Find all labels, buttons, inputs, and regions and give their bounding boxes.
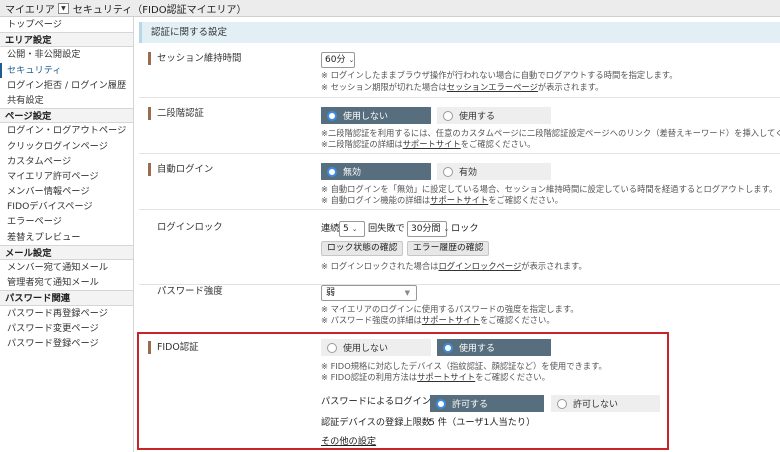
radio-selected-icon bbox=[327, 110, 337, 121]
chevron-down-icon: ⌄ bbox=[443, 225, 450, 233]
autologin-note-2-tail: をご確認ください。 bbox=[488, 195, 563, 205]
strength-select[interactable]: 弱 ▼ bbox=[321, 285, 417, 301]
session-note-2: ※ セッション期限が切れた場合はセッションエラーページが表示されます。 bbox=[321, 81, 603, 93]
sidebar-item[interactable]: セキュリティ bbox=[0, 62, 133, 78]
loginlock-note-text: ※ ログインロックされた場合は bbox=[321, 261, 439, 271]
session-note-2-text: ※ セッション期限が切れた場合は bbox=[321, 82, 447, 92]
autologin-off-radio[interactable]: 無効 bbox=[321, 163, 431, 180]
loginlock-label: ログインロック bbox=[157, 222, 223, 233]
twofactor-off-radio[interactable]: 使用しない bbox=[321, 107, 431, 124]
sidebar-item[interactable]: トップページ bbox=[0, 17, 133, 32]
strength-label: パスワード強度 bbox=[157, 286, 223, 297]
page-title: セキュリティ（FIDO認証マイエリア） bbox=[72, 4, 247, 16]
fido-highlight-frame bbox=[137, 332, 669, 450]
loginlock-note: ※ ログインロックされた場合はログインロックページが表示されます。 bbox=[321, 260, 587, 272]
sidebar-item[interactable]: パスワード再登録ページ bbox=[0, 306, 133, 321]
sidebar-item[interactable]: 公開・非公開設定 bbox=[0, 47, 133, 62]
radio-selected-icon bbox=[327, 166, 337, 177]
area-dropdown-button[interactable]: ▼ bbox=[57, 2, 69, 14]
sidebar-item[interactable]: FIDOデバイスページ bbox=[0, 199, 133, 214]
loginlock-note-tail: が表示されます。 bbox=[521, 261, 587, 271]
sidebar-item[interactable]: パスワード変更ページ bbox=[0, 321, 133, 336]
triangle-down-icon: ▼ bbox=[404, 289, 410, 297]
twofactor-note-2-tail: をご確認ください。 bbox=[460, 139, 536, 149]
strength-row: パスワード強度 弱 ▼ ※ マイエリアのログインに使用するパスワードの強度を指定し… bbox=[139, 285, 780, 332]
twofactor-note-2: ※二段階認証の詳細はサポートサイトをご確認ください。 bbox=[321, 138, 535, 150]
sidebar-item[interactable]: 管理者宛て通知メール bbox=[0, 275, 133, 290]
session-error-page-link[interactable]: セッションエラーページ bbox=[447, 82, 538, 92]
loginlock-page-link[interactable]: ログインロックページ bbox=[438, 261, 521, 271]
twofactor-row: 二段階認証 使用しない 使用する ※二段階認証を利用するには、任意のカスタムペー… bbox=[139, 98, 780, 154]
sidebar-item[interactable]: ログイン・ログアウトページ bbox=[0, 123, 133, 138]
sidebar-item[interactable]: カスタムページ bbox=[0, 154, 133, 169]
strength-note-2: ※ パスワード強度の詳細はサポートサイトをご確認ください。 bbox=[321, 314, 555, 326]
sidebar-section-heading: ページ設定 bbox=[0, 108, 133, 124]
session-label: セッション維持時間 bbox=[148, 52, 241, 65]
sidebar-item[interactable]: エラーページ bbox=[0, 214, 133, 229]
chevron-down-icon: ⌄ bbox=[351, 225, 358, 233]
loginlock-count-select[interactable]: 5 ⌄ bbox=[339, 221, 365, 237]
section-title: 認証に関する設定 bbox=[139, 22, 780, 43]
autologin-row: 自動ログイン 無効 有効 ※ 自動ログインを「無効」に設定している場合、セッショ… bbox=[139, 154, 780, 210]
session-duration-value: 60分 bbox=[325, 55, 346, 65]
autologin-label: 自動ログイン bbox=[148, 163, 213, 176]
twofactor-off-label: 使用しない bbox=[343, 112, 389, 122]
strength-note-2-tail: をご確認ください。 bbox=[479, 315, 555, 325]
sidebar-section-heading: エリア設定 bbox=[0, 32, 133, 48]
sidebar-section-heading: メール設定 bbox=[0, 244, 133, 260]
twofactor-on-label: 使用する bbox=[459, 112, 496, 122]
autologin-support-link[interactable]: サポートサイト bbox=[430, 195, 488, 205]
twofactor-label: 二段階認証 bbox=[148, 107, 204, 120]
breadcrumb-myarea[interactable]: マイエリア bbox=[5, 1, 55, 16]
loginlock-duration-select[interactable]: 30分間 ⌄ bbox=[407, 221, 450, 237]
strength-support-link[interactable]: サポートサイト bbox=[422, 315, 480, 325]
autologin-on-radio[interactable]: 有効 bbox=[437, 163, 551, 180]
session-note-1: ※ ログインしたままブラウザ操作が行われない場合に自動でログアウトする時間を指定… bbox=[321, 70, 678, 80]
sidebar-item[interactable]: メンバー宛て通知メール bbox=[0, 260, 133, 275]
chevron-down-icon: ▼ bbox=[61, 4, 66, 12]
radio-unselected-icon bbox=[443, 110, 453, 121]
autologin-note-2-text: ※ 自動ログイン機能の詳細は bbox=[321, 195, 431, 205]
error-history-button[interactable]: エラー履歴の確認 bbox=[407, 241, 490, 256]
twofactor-note-2-text: ※二段階認証の詳細は bbox=[321, 139, 403, 149]
twofactor-on-radio[interactable]: 使用する bbox=[437, 107, 551, 124]
strength-value: 弱 bbox=[326, 288, 336, 298]
autologin-off-label: 無効 bbox=[343, 168, 362, 178]
session-note-2-tail: が表示されます。 bbox=[537, 82, 604, 92]
topbar: マイエリア ▼ セキュリティ（FIDO認証マイエリア） bbox=[0, 0, 780, 17]
chevron-down-icon: ⌄ bbox=[348, 56, 355, 64]
strength-note-2-text: ※ パスワード強度の詳細は bbox=[321, 315, 422, 325]
loginlock-row: ログインロック 連続 5 ⌄ 回失敗で 30分間 ⌄ ロック ロック状態の確認 エラ… bbox=[139, 210, 780, 285]
sidebar-section-heading: パスワード関連 bbox=[0, 290, 133, 306]
loginlock-suffix: ロック bbox=[451, 223, 479, 234]
loginlock-mid: 回失敗で bbox=[368, 223, 405, 234]
sidebar-item[interactable]: クリックログインページ bbox=[0, 139, 133, 154]
radio-unselected-icon bbox=[443, 166, 453, 177]
sidebar-item[interactable]: パスワード登録ページ bbox=[0, 336, 133, 351]
sidebar-item[interactable]: 差替えプレビュー bbox=[0, 230, 133, 245]
sidebar-item[interactable]: ログイン拒否 / ログイン履歴 bbox=[0, 78, 133, 93]
twofactor-support-link[interactable]: サポートサイト bbox=[403, 139, 461, 149]
session-duration-select[interactable]: 60分 ⌄ bbox=[321, 52, 355, 68]
session-row: セッション維持時間 60分 ⌄ ※ ログインしたままブラウザ操作が行われない場合に… bbox=[139, 46, 780, 98]
loginlock-count-value: 5 bbox=[343, 224, 349, 234]
lock-status-button[interactable]: ロック状態の確認 bbox=[321, 241, 404, 256]
loginlock-duration-value: 30分間 bbox=[411, 224, 441, 234]
loginlock-prefix: 連続 bbox=[321, 223, 340, 234]
autologin-note-2: ※ 自動ログイン機能の詳細はサポートサイトをご確認ください。 bbox=[321, 194, 563, 206]
sidebar-item[interactable]: メンバー情報ページ bbox=[0, 184, 133, 199]
autologin-on-label: 有効 bbox=[459, 168, 478, 178]
sidebar-item[interactable]: 共有設定 bbox=[0, 93, 133, 108]
sidebar-item[interactable]: マイエリア許可ページ bbox=[0, 169, 133, 184]
sidebar: トップページ エリア設定 公開・非公開設定 セキュリティ ログイン拒否 / ログイン履歴… bbox=[0, 17, 134, 452]
